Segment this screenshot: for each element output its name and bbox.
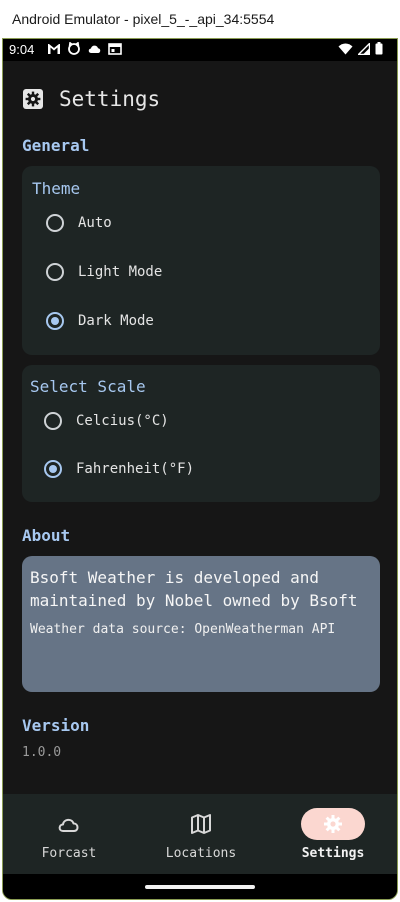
radio-celsius[interactable]	[44, 412, 62, 430]
theme-option-dark[interactable]: Dark Mode	[46, 312, 154, 330]
app-header: Settings	[21, 85, 160, 113]
theme-card: Theme Auto Light Mode Dark Mode	[22, 166, 380, 355]
home-gesture-bar[interactable]	[145, 885, 255, 889]
nav-label: Settings	[301, 846, 365, 861]
calendar-icon	[108, 43, 122, 55]
scale-option-label: Celcius(°C)	[76, 413, 169, 429]
wifi-icon	[338, 43, 353, 54]
radio-dark-mode[interactable]	[46, 312, 64, 330]
cat-face-icon	[68, 42, 80, 55]
radio-fahrenheit[interactable]	[44, 460, 62, 478]
nav-item-forcast[interactable]: Forcast	[3, 794, 135, 874]
scale-card: Select Scale Celcius(°C) Fahrenheit(°F)	[22, 365, 380, 502]
signal-icon	[358, 42, 370, 55]
status-bar: 9:04	[3, 39, 397, 61]
gear-icon	[324, 815, 342, 833]
nav-label: Locations	[165, 846, 237, 861]
gmail-icon	[48, 44, 60, 54]
theme-option-label: Auto	[78, 215, 112, 231]
radio-light-mode[interactable]	[46, 263, 64, 281]
status-time: 9:04	[9, 42, 35, 57]
scale-option-fahrenheit[interactable]: Fahrenheit(°F)	[44, 460, 194, 478]
general-section-label: General	[22, 136, 90, 155]
nav-active-pill	[301, 808, 365, 840]
bottom-navigation: Forcast Locations Settings	[3, 794, 397, 874]
page-title: Settings	[59, 87, 161, 111]
nav-item-settings[interactable]: Settings	[267, 794, 397, 874]
version-value: 1.0.0	[22, 745, 62, 760]
about-section-label: About	[22, 526, 71, 545]
theme-option-label: Light Mode	[78, 264, 163, 280]
nav-icon-container	[37, 808, 101, 840]
scale-option-celsius[interactable]: Celcius(°C)	[44, 412, 169, 430]
data-source-text: Weather data source: OpenWeatherman API	[30, 622, 336, 637]
status-notification-icons	[47, 42, 122, 55]
nav-icon-container	[169, 808, 233, 840]
phone-screen: 9:04 Settings General Theme Auto Light M…	[2, 38, 398, 900]
theme-option-label: Dark Mode	[78, 313, 154, 329]
theme-card-title: Theme	[32, 179, 81, 198]
nav-item-locations[interactable]: Locations	[135, 794, 267, 874]
window-title: Android Emulator - pixel_5_-_api_34:5554	[0, 0, 400, 38]
scale-card-title: Select Scale	[30, 377, 146, 396]
about-card: Bsoft Weather is developed and maintaine…	[22, 556, 380, 692]
radio-auto[interactable]	[46, 214, 64, 232]
cloud-icon	[58, 818, 79, 832]
scale-option-label: Fahrenheit(°F)	[76, 461, 195, 477]
nav-label: Forcast	[41, 846, 97, 861]
gear-icon	[23, 89, 43, 109]
map-icon	[191, 814, 211, 834]
version-section-label: Version	[22, 716, 90, 735]
theme-option-light[interactable]: Light Mode	[46, 263, 162, 281]
cloud-icon	[88, 45, 101, 53]
battery-icon	[375, 42, 383, 55]
about-text: Bsoft Weather is developed and maintaine…	[30, 568, 358, 610]
settings-header-icon	[21, 87, 45, 111]
status-system-icons	[338, 42, 383, 55]
theme-option-auto[interactable]: Auto	[46, 214, 112, 232]
